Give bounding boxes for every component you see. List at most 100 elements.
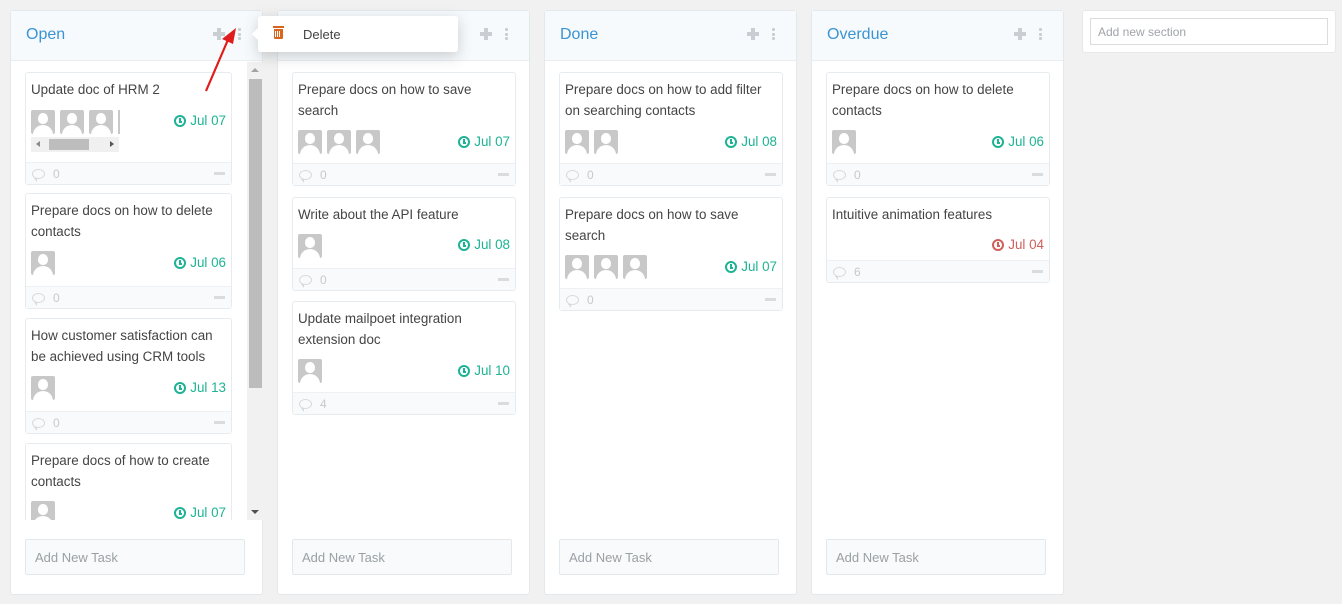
task-card[interactable]: Update mailpoet integration extension do… bbox=[292, 301, 516, 415]
avatar bbox=[298, 130, 322, 154]
task-title: Write about the API feature bbox=[298, 207, 459, 222]
column-header: Overdue bbox=[812, 11, 1063, 61]
column-open: Open Update doc of HRM 2 Jul 07 0 Prepar… bbox=[10, 10, 263, 595]
due-date-text: Jul 06 bbox=[190, 255, 226, 270]
scroll-right-icon[interactable] bbox=[110, 141, 114, 147]
add-task-plus-icon[interactable] bbox=[480, 28, 492, 40]
minus-icon[interactable] bbox=[214, 172, 225, 175]
minus-icon[interactable] bbox=[1032, 270, 1043, 273]
avatar bbox=[60, 110, 84, 134]
task-card[interactable]: Intuitive animation features Jul 04 6 bbox=[826, 197, 1050, 283]
due-date-text: Jul 10 bbox=[474, 363, 510, 378]
delete-menu-item[interactable]: Delete bbox=[258, 16, 458, 52]
minus-icon[interactable] bbox=[765, 173, 776, 176]
avatar bbox=[623, 255, 647, 279]
task-card[interactable]: Prepare docs on how to save search Jul 0… bbox=[292, 72, 516, 186]
scroll-up-icon[interactable] bbox=[251, 68, 259, 72]
task-title: Update doc of HRM 2 bbox=[31, 82, 160, 97]
task-title: Intuitive animation features bbox=[832, 207, 993, 222]
task-card[interactable]: How customer satisfaction can be achieve… bbox=[25, 318, 232, 434]
assignee-scrollbar[interactable] bbox=[31, 137, 119, 152]
task-title: Prepare docs on how to save search bbox=[565, 207, 739, 243]
add-task-plus-icon[interactable] bbox=[747, 28, 759, 40]
task-card[interactable]: Prepare docs on how to add filter on sea… bbox=[559, 72, 783, 186]
task-title: Prepare docs on how to delete contacts bbox=[832, 82, 1014, 118]
add-new-task-input[interactable] bbox=[826, 539, 1046, 575]
due-date: Jul 08 bbox=[725, 134, 777, 149]
scroll-down-icon[interactable] bbox=[251, 510, 259, 514]
column-scrollbar[interactable] bbox=[247, 62, 263, 520]
task-card[interactable]: Prepare docs of how to create contacts J… bbox=[25, 443, 232, 520]
minus-icon[interactable] bbox=[765, 298, 776, 301]
add-new-section-input[interactable] bbox=[1090, 18, 1328, 45]
minus-icon[interactable] bbox=[498, 402, 509, 405]
comment-count: 0 bbox=[854, 168, 861, 182]
column-title: Overdue bbox=[827, 26, 889, 43]
add-section-panel bbox=[1082, 10, 1336, 53]
comment-count: 4 bbox=[320, 397, 327, 411]
comment-icon bbox=[32, 169, 45, 182]
minus-icon[interactable] bbox=[214, 296, 225, 299]
scroll-thumb[interactable] bbox=[49, 139, 89, 150]
minus-icon[interactable] bbox=[498, 173, 509, 176]
task-title: Prepare docs on how to delete contacts bbox=[31, 203, 213, 239]
minus-icon[interactable] bbox=[498, 278, 509, 281]
avatar bbox=[565, 255, 589, 279]
clock-icon bbox=[174, 506, 187, 519]
comment-count: 0 bbox=[587, 293, 594, 307]
task-card[interactable]: Prepare docs on how to delete contacts J… bbox=[826, 72, 1050, 186]
delete-label: Delete bbox=[303, 27, 341, 42]
comment-icon bbox=[32, 418, 45, 431]
task-card[interactable]: Write about the API feature Jul 08 0 bbox=[292, 197, 516, 291]
kanban-board: Open Update doc of HRM 2 Jul 07 0 Prepar… bbox=[0, 0, 1342, 604]
add-new-task-input[interactable] bbox=[292, 539, 512, 575]
comment-count: 0 bbox=[53, 167, 60, 181]
minus-icon[interactable] bbox=[214, 421, 225, 424]
task-card[interactable]: Prepare docs on how to save search Jul 0… bbox=[559, 197, 783, 311]
due-date-text: Jul 07 bbox=[474, 134, 510, 149]
task-title: Prepare docs on how to add filter on sea… bbox=[565, 82, 762, 118]
column-task-list: Prepare docs on how to save search Jul 0… bbox=[292, 72, 516, 520]
comment-count: 0 bbox=[587, 168, 594, 182]
due-date-text: Jul 07 bbox=[190, 505, 226, 520]
avatar bbox=[298, 359, 322, 383]
due-date: Jul 04 bbox=[992, 237, 1044, 252]
assignee-list bbox=[31, 251, 55, 275]
column-in-progress: Prepare docs on how to save search Jul 0… bbox=[277, 10, 530, 595]
task-footer: 4 bbox=[293, 392, 515, 414]
task-footer: 0 bbox=[293, 268, 515, 290]
clock-icon bbox=[725, 260, 738, 273]
column-more-icon[interactable] bbox=[772, 28, 776, 40]
assignee-list bbox=[832, 130, 856, 154]
column-more-icon[interactable] bbox=[1039, 28, 1043, 40]
avatar bbox=[594, 255, 618, 279]
assignee-list bbox=[31, 376, 55, 400]
task-footer: 0 bbox=[560, 163, 782, 185]
due-date-text: Jul 08 bbox=[741, 134, 777, 149]
comment-count: 0 bbox=[53, 416, 60, 430]
add-new-task-input[interactable] bbox=[25, 539, 245, 575]
column-more-icon[interactable] bbox=[238, 28, 242, 40]
column-more-icon[interactable] bbox=[505, 28, 509, 40]
task-card[interactable]: Update doc of HRM 2 Jul 07 0 bbox=[25, 72, 232, 185]
due-date-text: Jul 08 bbox=[474, 237, 510, 252]
add-new-task-input[interactable] bbox=[559, 539, 779, 575]
clock-icon bbox=[174, 381, 187, 394]
column-task-list: Prepare docs on how to delete contacts J… bbox=[826, 72, 1050, 520]
scroll-thumb[interactable] bbox=[249, 79, 262, 388]
task-card[interactable]: Prepare docs on how to delete contacts J… bbox=[25, 193, 232, 309]
column-done: Done Prepare docs on how to add filter o… bbox=[544, 10, 797, 595]
due-date: Jul 07 bbox=[174, 505, 226, 520]
comment-icon bbox=[299, 170, 312, 183]
task-footer: 0 bbox=[26, 162, 231, 184]
comment-count: 0 bbox=[53, 291, 60, 305]
add-task-plus-icon[interactable] bbox=[1014, 28, 1026, 40]
clock-icon bbox=[992, 238, 1005, 251]
task-title: How customer satisfaction can be achieve… bbox=[31, 328, 213, 364]
add-task-plus-icon[interactable] bbox=[213, 28, 225, 40]
column-header: Done bbox=[545, 11, 796, 61]
minus-icon[interactable] bbox=[1032, 173, 1043, 176]
avatar bbox=[327, 130, 351, 154]
scroll-left-icon[interactable] bbox=[36, 141, 40, 147]
due-date: Jul 10 bbox=[458, 363, 510, 378]
